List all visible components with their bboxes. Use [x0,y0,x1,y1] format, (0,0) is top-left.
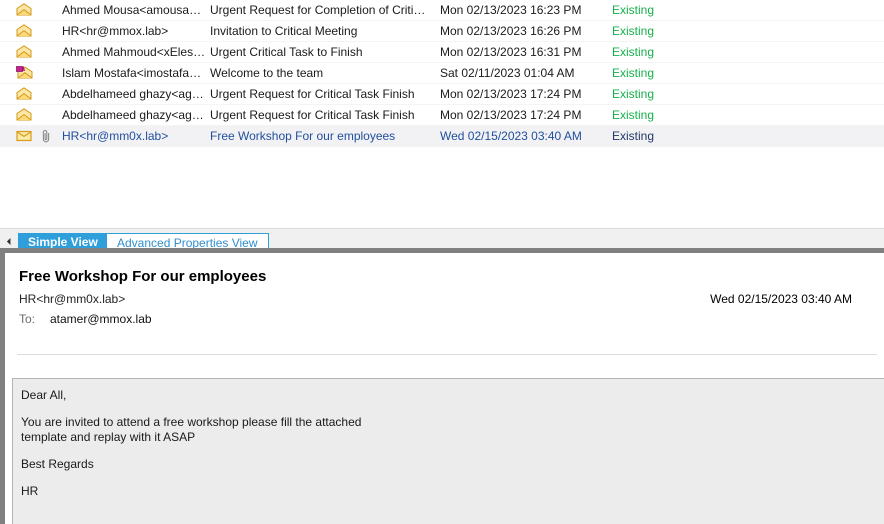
message-received: Mon 02/13/2023 16:23 PM [440,3,582,17]
message-row[interactable]: Ahmed Mahmoud<xElessaw... Urgent Critical… [0,42,884,63]
message-list[interactable]: Ahmed Mousa<amousa@m... Urgent Request fo… [0,0,884,228]
message-row[interactable]: HR<hr@mmox.lab> Invitation to Critical Me… [0,21,884,42]
message-from: Ahmed Mahmoud<xElessaw... [62,45,206,59]
message-from: Abdelhameed ghazy<aghaz... [62,108,206,122]
message-status-badge: Existing [612,129,655,143]
message-subject: Urgent Request for Critical Task Finish [210,87,415,101]
mail-subject: Free Workshop For our employees [19,268,267,285]
mail-body: Dear All, You are invited to attend a fre… [12,378,884,524]
message-row[interactable]: HR<hr@mm0x.lab> Free Workshop For our emp… [0,126,884,147]
message-received: Mon 02/13/2023 17:24 PM [440,87,582,101]
mail-body-paragraph: You are invited to attend a free worksho… [21,415,362,444]
message-received: Wed 02/15/2023 03:40 AM [440,129,582,143]
message-status-badge: Existing [612,3,655,17]
message-subject: Invitation to Critical Meeting [210,24,358,38]
closed-envelope-icon [16,126,38,146]
mail-to-label: To: [19,312,36,326]
message-status-badge: Existing [612,87,655,101]
message-from: Islam Mostafa<imostafa@m... [62,66,206,80]
mail-body-paragraph: HR [21,484,39,498]
replied-envelope-icon [16,63,38,83]
mail-body-paragraph: Best Regards [21,457,94,471]
message-subject: Urgent Request for Critical Task Finish [210,108,415,122]
message-status-badge: Existing [612,24,655,38]
open-envelope-icon [16,21,38,41]
message-row[interactable]: Abdelhameed ghazy<aghaz... Urgent Request… [0,84,884,105]
open-envelope-icon [16,42,38,62]
reading-pane: Free Workshop For our employees HR<hr@mm… [0,253,884,524]
paperclip-icon [42,126,60,146]
mail-sender: HR<hr@mm0x.lab> [19,292,126,306]
message-status-badge: Existing [612,66,655,80]
message-received: Mon 02/13/2023 17:24 PM [440,108,582,122]
message-from: HR<hr@mm0x.lab> [62,129,169,143]
mail-to-value: atamer@mmox.lab [50,312,152,326]
message-subject: Welcome to the team [210,66,324,80]
mail-received-date: Wed 02/15/2023 03:40 AM [710,292,852,306]
message-received: Sat 02/11/2023 01:04 AM [440,66,575,80]
message-status-badge: Existing [612,45,655,59]
message-from: Abdelhameed ghazy<aghaz... [62,87,206,101]
message-subject: Free Workshop For our employees [210,129,396,143]
message-row[interactable]: Ahmed Mousa<amousa@m... Urgent Request fo… [0,0,884,21]
message-from: Ahmed Mousa<amousa@m... [62,3,206,17]
open-envelope-icon [16,84,38,104]
message-row[interactable]: Islam Mostafa<imostafa@m... Welcome to th… [0,63,884,84]
mail-header: Free Workshop For our employees HR<hr@mm… [5,253,884,358]
message-from: HR<hr@mmox.lab> [62,24,169,38]
open-envelope-icon [16,0,38,20]
header-divider [17,354,877,355]
message-subject: Urgent Request for Completion of Critic.… [210,3,428,17]
message-received: Mon 02/13/2023 16:31 PM [440,45,582,59]
message-row[interactable]: Abdelhameed ghazy<aghaz... Urgent Request… [0,105,884,126]
mail-body-paragraph: Dear All, [21,388,67,402]
message-status-badge: Existing [612,108,655,122]
open-envelope-icon [16,105,38,125]
message-received: Mon 02/13/2023 16:26 PM [440,24,582,38]
message-subject: Urgent Critical Task to Finish [210,45,363,59]
